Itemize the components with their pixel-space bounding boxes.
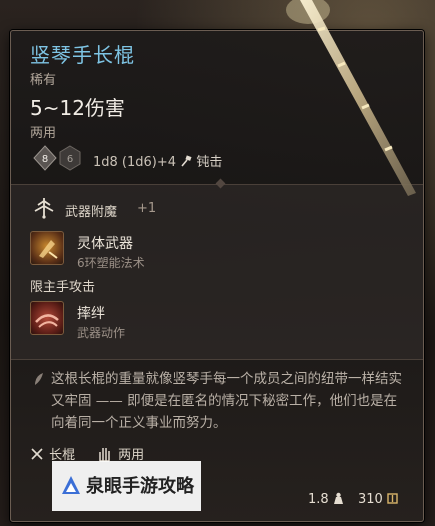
watermark-text: 泉眼手游攻略 bbox=[86, 476, 194, 497]
action-subtitle: 6环塑能法术 bbox=[77, 256, 145, 270]
weight-icon bbox=[333, 492, 343, 504]
staff-type-icon bbox=[31, 448, 43, 460]
topple-icon[interactable] bbox=[30, 301, 64, 335]
feather-icon bbox=[35, 373, 43, 385]
spiritual-weapon-icon[interactable] bbox=[30, 231, 64, 265]
item-weight: 1.8 bbox=[308, 492, 344, 507]
price-value: 310 bbox=[358, 492, 383, 507]
watermark-logo-icon bbox=[62, 476, 80, 494]
weight-value: 1.8 bbox=[308, 492, 329, 507]
action-name[interactable]: 摔绊 bbox=[77, 303, 105, 323]
two-hand-icon bbox=[99, 448, 110, 462]
enchantment-label: 武器附魔 bbox=[65, 205, 118, 220]
action-name[interactable]: 灵体武器 bbox=[77, 233, 133, 253]
gold-icon bbox=[387, 493, 398, 504]
main-hand-only-label: 限主手攻击 bbox=[30, 280, 96, 295]
enchant-icon bbox=[34, 198, 54, 219]
watermark-overlay: 泉眼手游攻略 bbox=[52, 461, 201, 511]
staff-item-art bbox=[286, 0, 416, 196]
item-price: 310 bbox=[358, 492, 398, 507]
enchantment-value: +1 bbox=[137, 201, 157, 216]
divider bbox=[11, 359, 423, 360]
action-subtitle: 武器动作 bbox=[77, 326, 126, 340]
item-description: 这根长棍的重量就像竖琴手每一个成员之间的纽带一样结实又牢固 —— 即便是在匿名的… bbox=[51, 371, 402, 431]
